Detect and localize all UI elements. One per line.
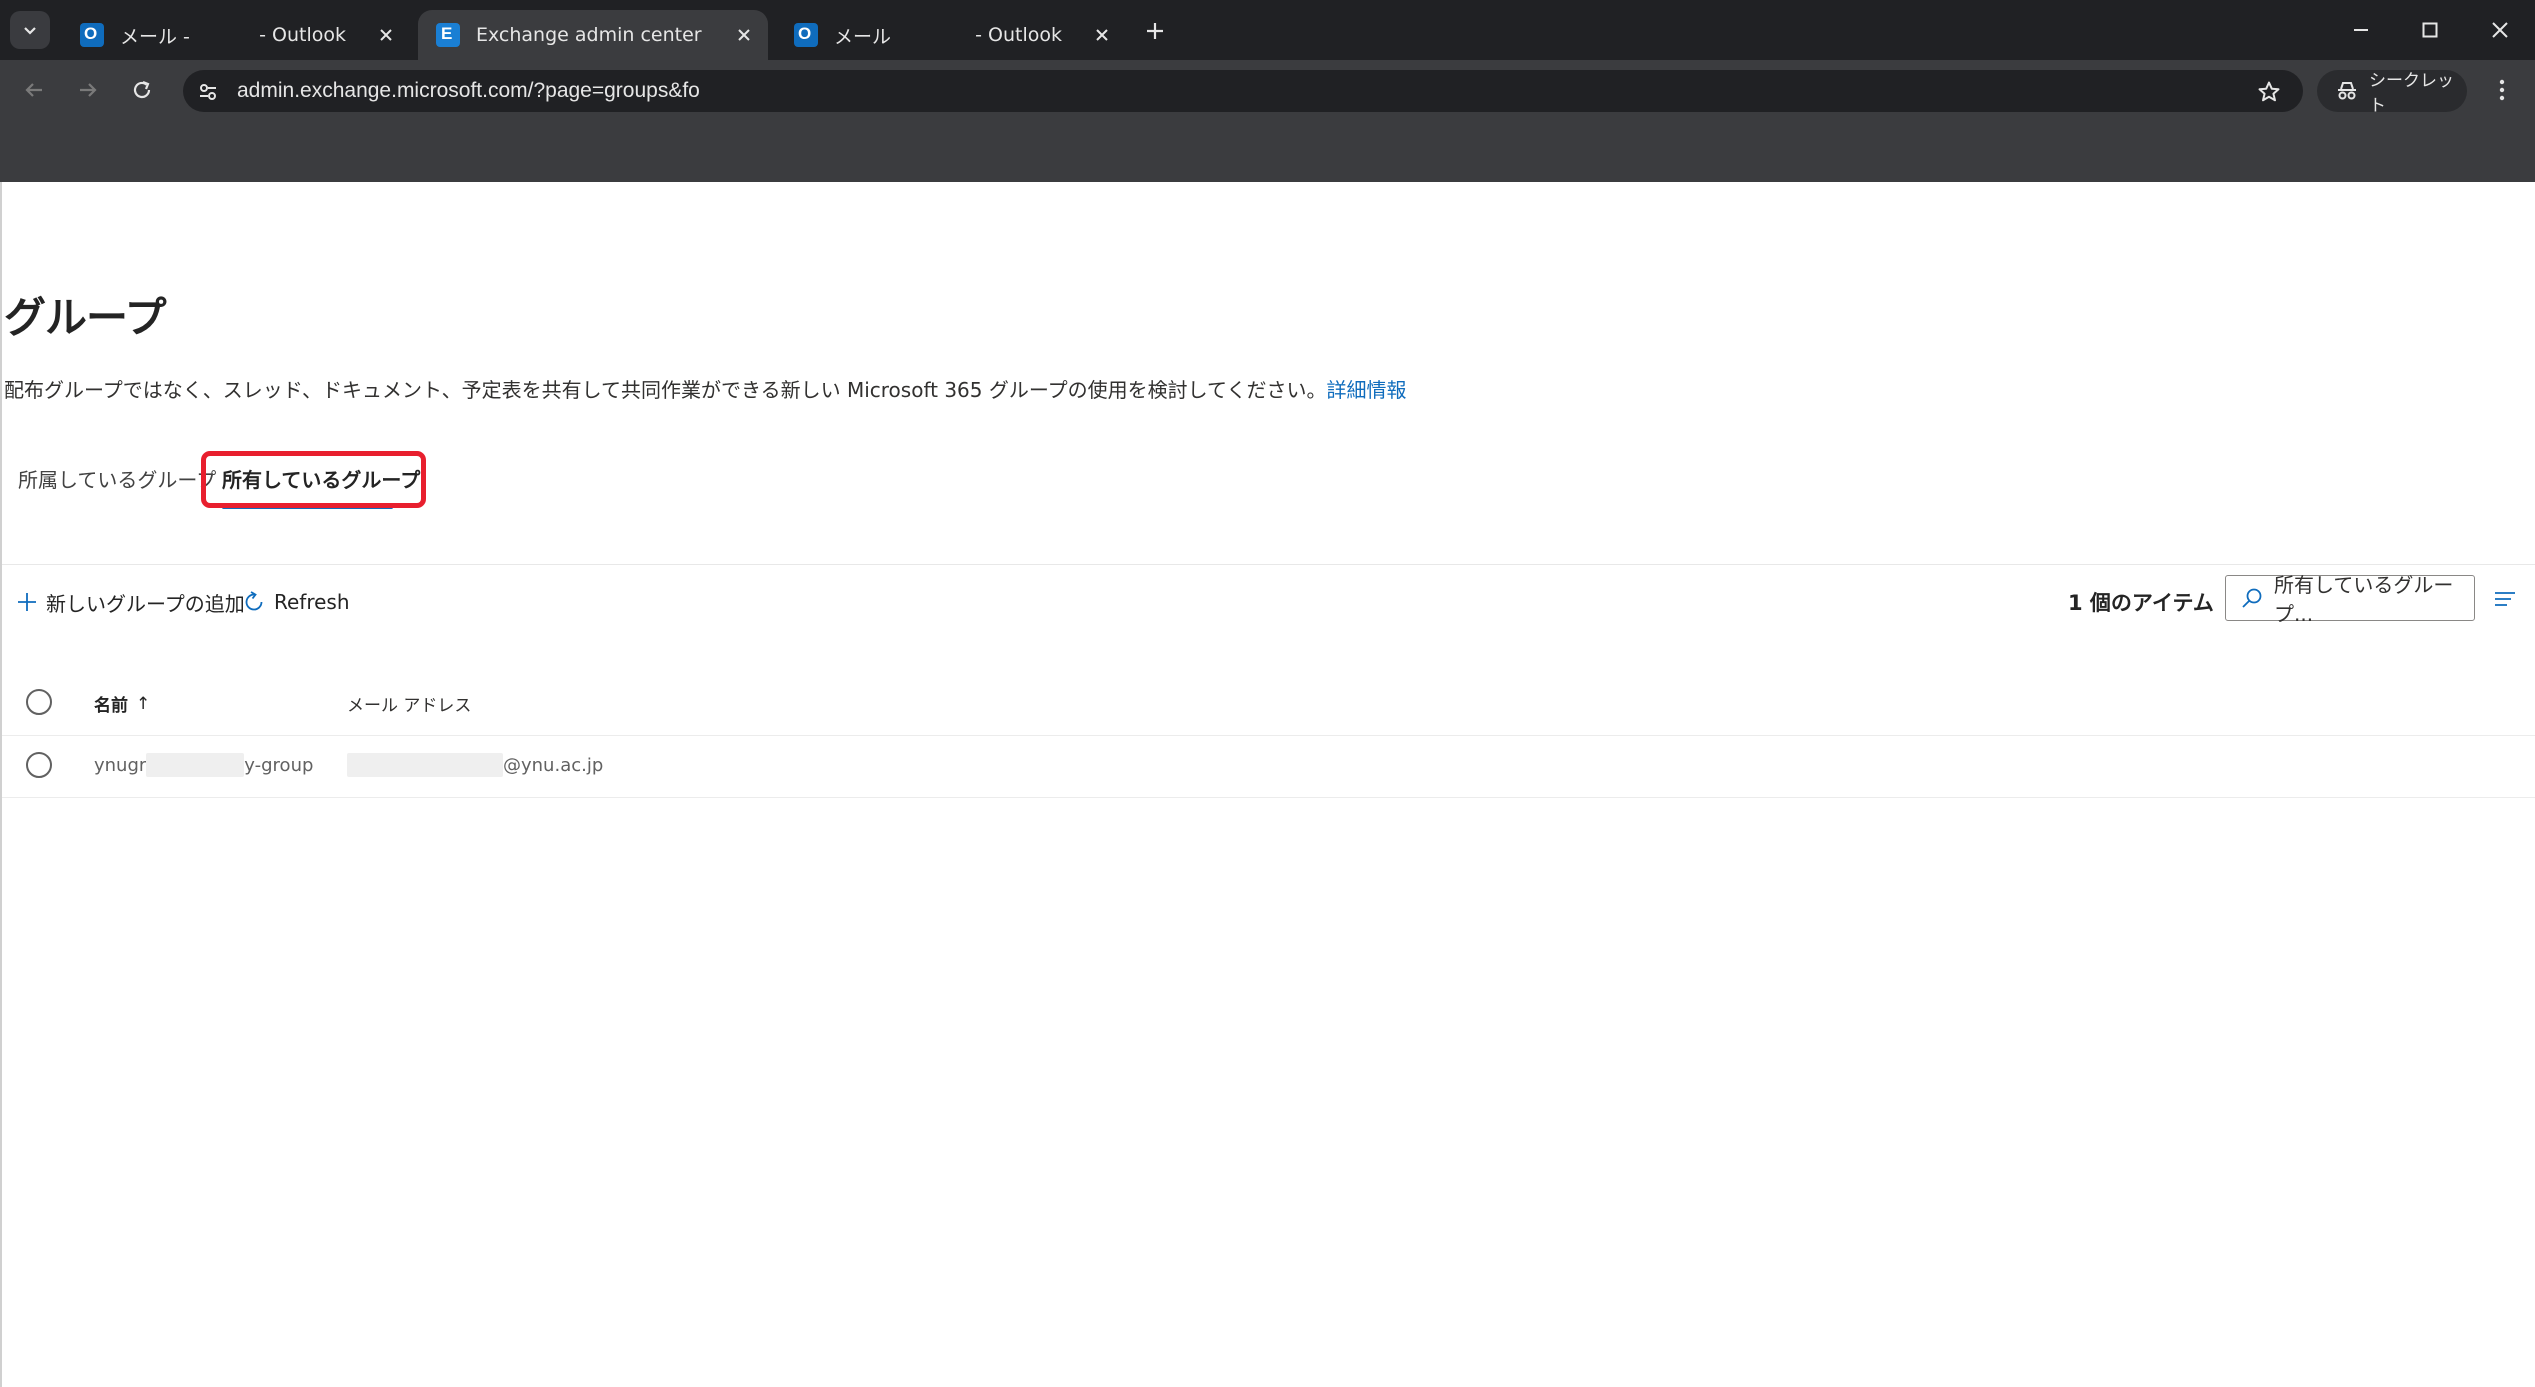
group-search-input[interactable]: 所有しているグループ... [2225,573,2475,626]
page-title: グループ [4,293,166,342]
select-all-radio[interactable] [26,689,52,715]
group-email-suffix: @ynu.ac.jp [503,754,604,776]
item-count: 1 個のアイテム [2068,591,2214,615]
more-vertical-icon [2499,79,2505,101]
tab-title-suffix: - Outlook [259,24,346,46]
add-group-label: 新しいグループの追加 [46,591,245,616]
search-icon [2240,586,2264,610]
header-divider [2,735,2535,736]
refresh-label: Refresh [274,590,350,614]
group-name-prefix: ynugr [94,754,147,776]
close-tab-icon[interactable] [372,21,400,49]
chevron-down-icon [24,27,36,35]
reload-button[interactable] [124,72,160,108]
maximize-icon [2422,22,2438,38]
table-row-name[interactable]: ynugr y-group [94,752,313,778]
redacted-text [347,753,503,777]
page-description: 配布グループではなく、スレッド、ドキュメント、予定表を共有して共同作業ができる新… [4,374,1406,403]
description-text: 配布グループではなく、スレッド、ドキュメント、予定表を共有して共同作業ができる新… [4,378,1327,402]
tab-member-groups[interactable]: 所属しているグループ [18,464,216,493]
learn-more-link[interactable]: 詳細情報 [1326,378,1406,402]
incognito-indicator[interactable]: シークレット [2317,70,2467,116]
column-header-name[interactable]: 名前 ↑ [94,691,151,717]
row-divider [2,797,2535,798]
sort-ascending-icon: ↑ [136,693,151,714]
table-row-email: @ynu.ac.jp [347,752,603,778]
close-window-button[interactable] [2478,12,2522,48]
tab-title: メール [834,25,892,48]
new-tab-button[interactable] [1138,14,1172,48]
site-info-icon[interactable] [195,79,221,105]
highlight-annotation [201,451,426,508]
browser-tab-bar: メール - - Outlook Exchange admin center メー… [0,0,2535,60]
section-divider [2,564,2535,565]
column-name-label: 名前 [94,696,128,716]
arrow-right-icon [80,83,97,97]
incognito-icon [2335,81,2359,101]
column-header-email[interactable]: メール アドレス [347,691,471,716]
filter-lines-icon[interactable] [2492,586,2518,612]
plus-icon [16,591,38,613]
back-button[interactable] [16,72,52,108]
tab-outlook-mail-1[interactable]: メール - - Outlook [62,10,410,60]
browser-menu-button[interactable] [2484,72,2520,108]
reload-icon [133,80,151,99]
forward-button[interactable] [70,72,106,108]
tab-outlook-mail-2[interactable]: メール - Outlook [776,10,1126,60]
close-tab-icon[interactable] [1088,21,1116,49]
redacted-text [146,753,245,777]
arrow-left-icon [25,83,42,97]
plus-icon [1147,23,1163,39]
maximize-button[interactable] [2408,12,2452,48]
group-name-suffix: y-group [244,754,314,776]
tab-title: メール - [120,25,190,48]
browser-toolbar: admin.exchange.microsoft.com/?page=group… [0,60,2535,120]
address-bar[interactable]: admin.exchange.microsoft.com/?page=group… [183,70,2303,112]
refresh-icon [242,590,266,614]
outlook-icon [794,23,818,47]
add-group-button[interactable]: 新しいグループの追加 [16,584,245,620]
minimize-button[interactable] [2339,12,2383,48]
tab-title: Exchange admin center [476,24,702,46]
browser-bookmark-strip [0,120,2535,182]
exchange-groups-page: グループ 配布グループではなく、スレッド、ドキュメント、予定表を共有して共同作業… [0,182,2535,1387]
outlook-icon [80,23,104,47]
close-tab-icon[interactable] [730,21,758,49]
minimize-icon [2354,29,2368,31]
refresh-button[interactable]: Refresh [242,584,350,620]
tab-search-button[interactable] [10,11,50,49]
bookmark-star-icon[interactable] [2255,78,2283,106]
close-icon [2492,22,2508,38]
row-select-radio[interactable] [26,752,52,778]
incognito-label: シークレット [2369,71,2454,116]
tab-exchange-admin-center[interactable]: Exchange admin center [418,10,768,60]
url-text: admin.exchange.microsoft.com/?page=group… [237,79,700,102]
tab-title-suffix: - Outlook [975,24,1062,46]
exchange-icon [436,23,460,47]
search-placeholder: 所有しているグループ... [2274,573,2454,626]
